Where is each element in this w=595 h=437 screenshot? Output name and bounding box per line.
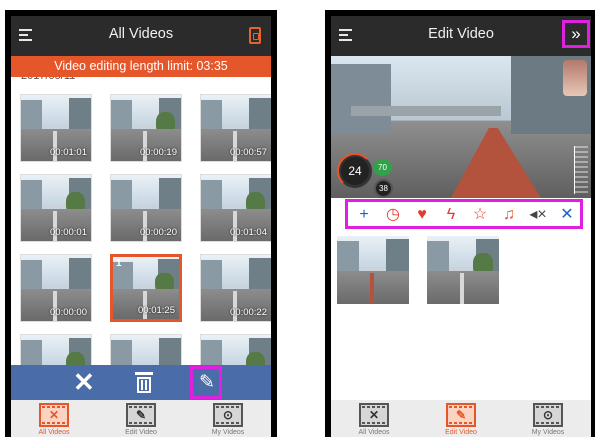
nav-edit-video[interactable]: ✎ Edit Video [418,400,504,437]
nav-label: All Videos [38,429,70,436]
speed-gauge: 24 [337,153,373,189]
favorite-tool[interactable]: ☆ [468,204,492,226]
pencil-icon: ✎ [199,372,215,393]
video-duration: 00:01:01 [50,147,87,158]
nav-label: Edit Video [445,429,477,436]
nav-my-videos[interactable]: ⊙ My Videos [505,400,591,437]
delete-button[interactable] [135,372,153,393]
video-duration: 00:00:01 [50,227,87,238]
nav-all-videos[interactable]: ✕ All Videos [331,400,417,437]
phone-edit-icon[interactable] [249,27,261,44]
nav-label: My Videos [211,429,245,436]
edit-video-phone: Edit Video » 24 70 38 + ◷ ♥ ϟ ☆ ♫ ◂× ✕ ✕… [325,10,595,437]
add-tool[interactable]: + [352,204,376,226]
elevation-indicator [574,146,588,194]
action-bar: ✕ ✎ [11,365,271,400]
video-duration: 00:00:00 [50,307,87,318]
video-duration: 00:00:57 [230,147,267,158]
next-button[interactable]: » [562,20,590,48]
music-tool[interactable]: ♫ [497,204,521,226]
video-thumbnail[interactable]: 00:01:04 [200,174,271,242]
bottom-nav: ✕ All Videos ✎ Edit Video ⊙ My Videos [331,400,591,437]
page-title: All Videos [108,26,174,42]
video-duration: 00:00:22 [230,307,267,318]
video-thumbnail[interactable]: 00:00:01 [20,174,92,242]
video-thumbnail[interactable]: 00:00:22 [200,254,271,322]
edit-button[interactable]: ✎ [190,366,222,399]
video-thumbnail[interactable]: 1 00:01:25 [110,254,182,322]
power-tool[interactable]: ϟ [439,204,463,226]
nav-edit-video[interactable]: ✎ Edit Video [98,400,184,437]
edit-video-icon: ✎ [126,403,156,427]
top-bar: All Videos [11,16,271,56]
bottom-nav: ✕ All Videos ✎ Edit Video ⊙ My Videos [11,400,271,437]
video-thumbnail[interactable]: 00:00:57 [200,94,271,162]
video-thumbnail[interactable]: 00:01:01 [20,94,92,162]
timeline-clip[interactable] [427,236,499,304]
video-thumbnail[interactable]: 00:00:20 [110,174,182,242]
video-duration: 00:00:20 [140,227,177,238]
nav-label: Edit Video [125,429,157,436]
video-thumbnail[interactable]: 00:00:00 [20,254,92,322]
overlay-toolbar: + ◷ ♥ ϟ ☆ ♫ ◂× ✕ [345,199,583,229]
page-title: Edit Video [428,26,494,42]
close-tool[interactable]: ✕ [555,204,579,226]
length-limit-banner: Video editing length limit: 03:35 [11,56,271,77]
edit-video-screen: Edit Video » 24 70 38 + ◷ ♥ ϟ ☆ ♫ ◂× ✕ ✕… [331,16,591,437]
top-bar: Edit Video » [331,16,591,56]
cancel-selection-button[interactable]: ✕ [73,369,95,395]
nav-label: My Videos [531,429,565,436]
video-duration: 00:01:25 [138,305,175,316]
double-chevron-right-icon: » [571,24,581,43]
all-videos-icon: ✕ [359,403,389,427]
all-videos-screen: All Videos Video editing length limit: 0… [11,16,271,437]
cadence-gauge: 38 [374,179,393,198]
video-preview[interactable]: 24 70 38 [331,56,591,198]
timeline-clip[interactable] [337,236,409,304]
video-thumbnail[interactable]: 00:00:19 [110,94,182,162]
mute-tool[interactable]: ◂× [526,204,550,226]
heart-rate-badge: 70 [373,159,392,176]
nav-label: All Videos [358,429,390,436]
speed-tool[interactable]: ◷ [381,204,405,226]
edit-video-icon: ✎ [446,403,476,427]
all-videos-phone: All Videos Video editing length limit: 0… [5,10,277,437]
my-videos-icon: ⊙ [213,403,243,427]
nav-all-videos[interactable]: ✕ All Videos [11,400,97,437]
heart-rate-tool[interactable]: ♥ [410,204,434,226]
selection-badge: 1 [116,258,122,269]
trash-icon [135,372,153,375]
avatar [563,60,587,96]
my-videos-icon: ⊙ [533,403,563,427]
video-duration: 00:01:04 [230,227,267,238]
video-duration: 00:00:19 [140,147,177,158]
all-videos-icon: ✕ [39,403,69,427]
bike-lane [451,128,541,198]
nav-my-videos[interactable]: ⊙ My Videos [185,400,271,437]
